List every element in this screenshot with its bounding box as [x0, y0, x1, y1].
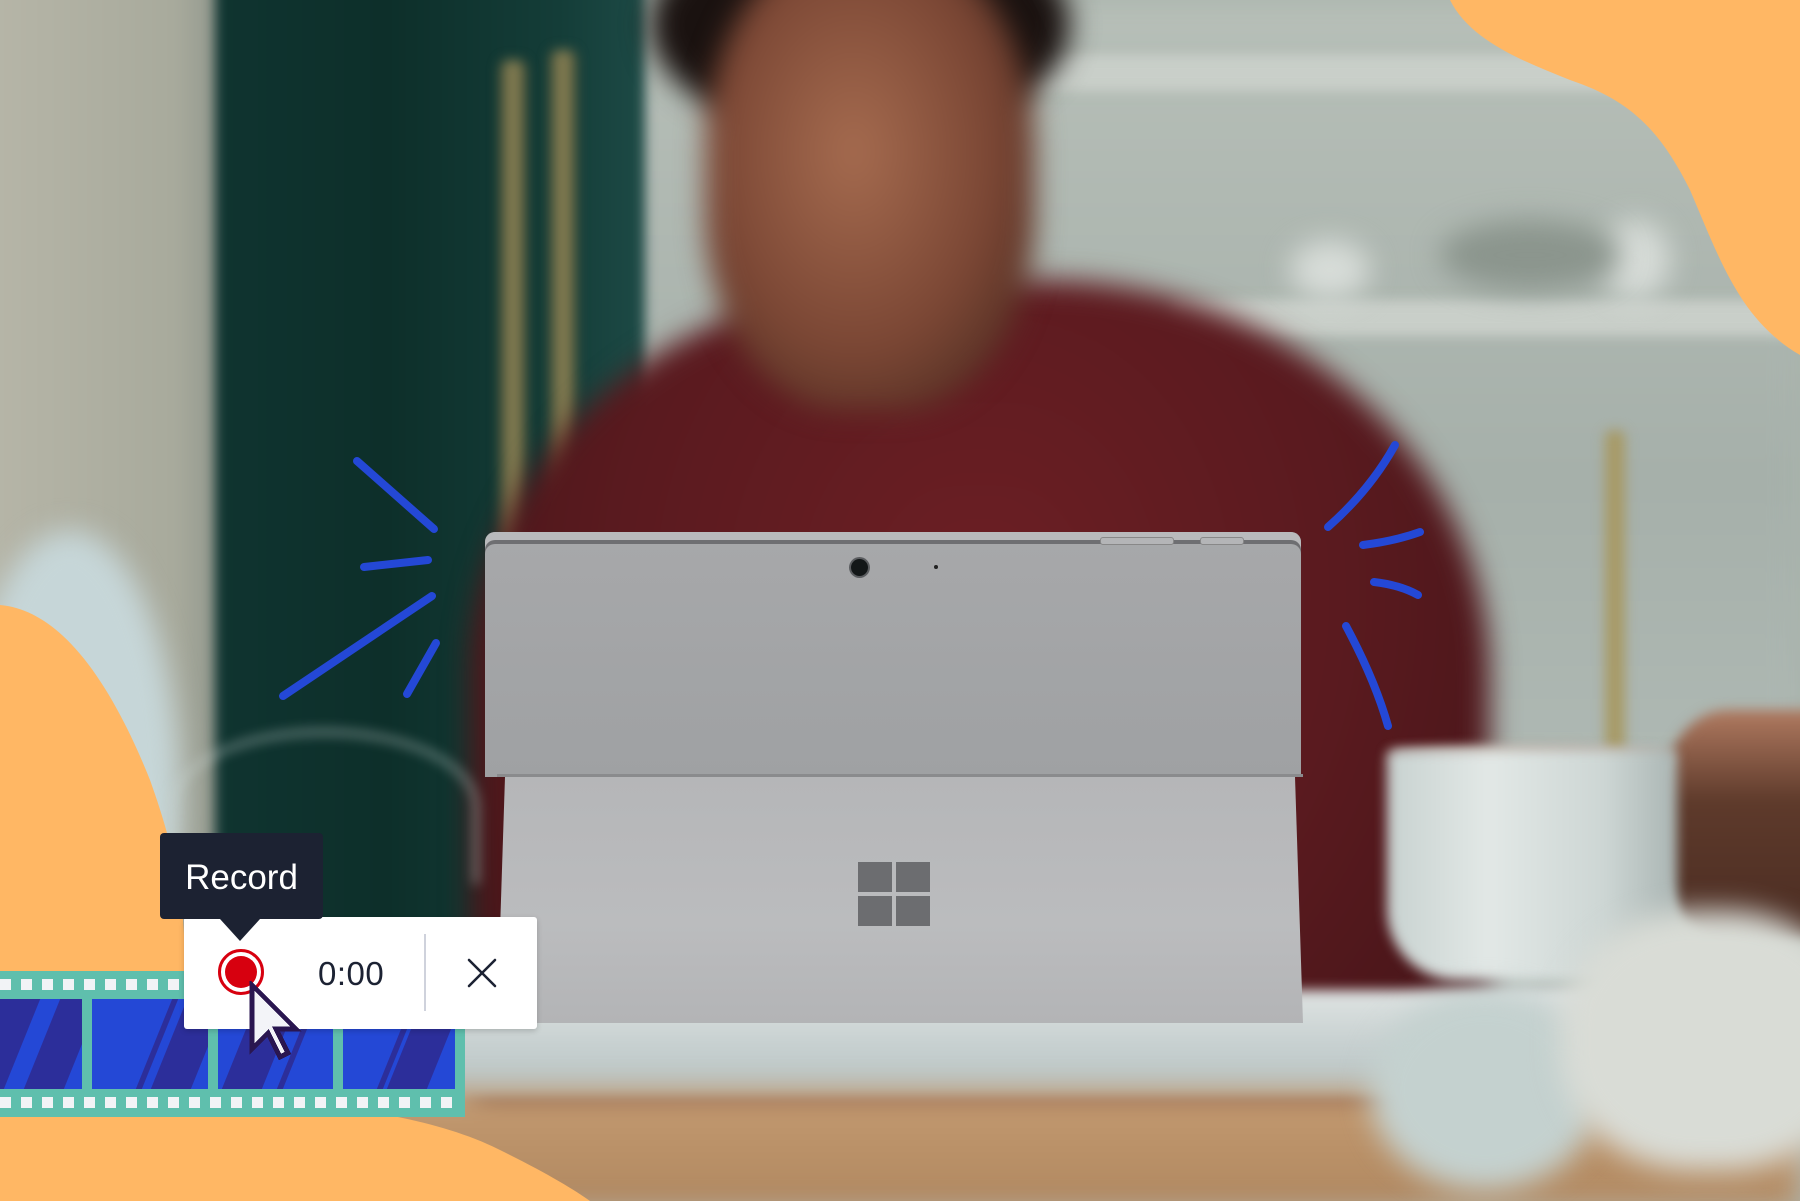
sparkle-line [1324, 441, 1399, 531]
tooltip-label: Record [185, 858, 298, 897]
record-tooltip: Record [160, 833, 323, 941]
hero-illustration: 0:00 Record [0, 0, 1800, 1201]
sparkle-line [353, 457, 438, 533]
toolbar-divider [424, 934, 426, 1011]
tooltip-arrow [220, 919, 260, 941]
orange-blob-top-right [1450, 0, 1800, 355]
film-perforations [0, 1097, 465, 1108]
arrow-cursor-icon [249, 981, 302, 1061]
sparkle-line [1342, 622, 1392, 730]
close-button[interactable] [466, 957, 498, 989]
recording-timer: 0:00 [318, 955, 385, 992]
film-frame [0, 999, 82, 1089]
sparkle-line [1370, 578, 1422, 599]
sparkle-line [403, 639, 440, 698]
close-icon [467, 958, 497, 988]
sparkle-line [1359, 528, 1424, 549]
sparkle-line [279, 592, 436, 700]
sparkle-line [360, 556, 432, 571]
